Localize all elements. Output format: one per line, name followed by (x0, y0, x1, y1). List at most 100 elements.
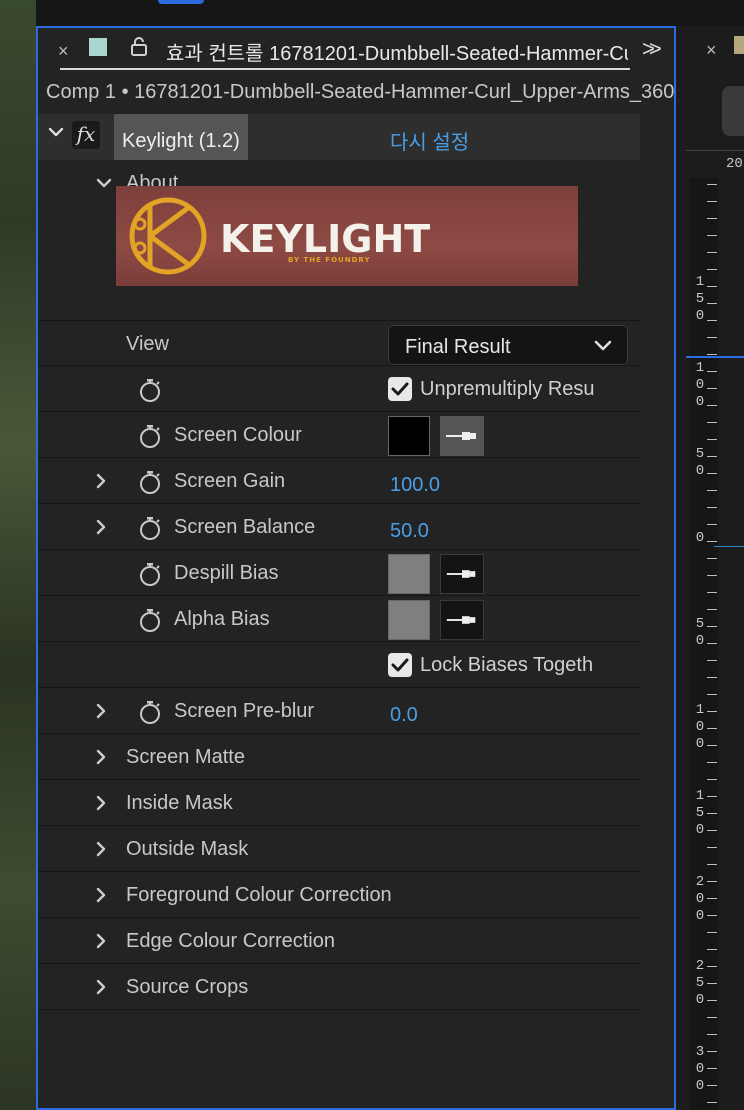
screen-gain-value[interactable]: 100.0 (390, 474, 440, 497)
keylight-logo: KEYLIGHT BY THE FOUNDRY (116, 186, 578, 286)
stopwatch-icon[interactable] (138, 562, 162, 586)
lock-biases-label: Lock Biases Togeth (420, 654, 594, 676)
chevron-down-icon (594, 340, 612, 351)
ruler-tick (707, 898, 717, 899)
ruler-tick (707, 983, 717, 984)
ruler-label: 250 (695, 958, 705, 1008)
stopwatch-icon[interactable] (138, 608, 162, 632)
ruler-tick (707, 235, 717, 236)
chevron-right-icon[interactable] (94, 841, 108, 857)
group-row[interactable]: Outside Mask (38, 826, 640, 872)
ruler-tick (707, 728, 717, 729)
group-row[interactable]: Source Crops (38, 964, 640, 1010)
ruler-tick (707, 779, 717, 780)
ruler-tick (707, 320, 717, 321)
screen-balance-row: Screen Balance 50.0 (38, 504, 640, 550)
chevron-right-icon[interactable] (94, 933, 108, 949)
view-row: View Final Result (38, 320, 640, 366)
panel-color-swatch (89, 38, 107, 56)
chevron-right-icon[interactable] (94, 749, 108, 765)
despill-bias-label: Despill Bias (174, 562, 279, 584)
screen-preblur-value[interactable]: 0.0 (390, 704, 418, 727)
reset-link[interactable]: 다시 설정 (390, 126, 469, 155)
ruler-tick (707, 1085, 717, 1086)
ruler-tick (707, 405, 717, 406)
ruler-tick (707, 1051, 717, 1052)
despill-bias-swatch[interactable] (388, 554, 430, 594)
ruler-label: 150 (695, 788, 705, 838)
eyedropper-icon[interactable] (440, 600, 484, 640)
chevron-right-icon[interactable] (94, 703, 108, 719)
ruler-tick (707, 660, 717, 661)
ruler-tick (707, 439, 717, 440)
effect-name[interactable]: Keylight (1.2) (114, 114, 248, 160)
group-row[interactable]: Foreground Colour Correction (38, 872, 640, 918)
close-icon[interactable]: × (58, 41, 69, 62)
ruler-tick (707, 575, 717, 576)
chevron-right-icon[interactable] (94, 887, 108, 903)
chevron-right-icon[interactable] (94, 795, 108, 811)
screen-balance-value[interactable]: 50.0 (390, 520, 429, 543)
viewer-button[interactable] (722, 86, 744, 136)
ruler-tick (707, 643, 717, 644)
chevron-double-right-icon[interactable]: >> (642, 36, 662, 62)
group-label: Edge Colour Correction (126, 930, 335, 952)
screen-colour-swatch[interactable] (388, 416, 430, 456)
group-label: Screen Matte (126, 746, 245, 768)
alpha-bias-label: Alpha Bias (174, 608, 270, 630)
panel-color-swatch (734, 36, 744, 54)
ruler-tick (707, 1102, 717, 1103)
close-icon[interactable]: × (706, 40, 717, 61)
stopwatch-icon[interactable] (138, 700, 162, 724)
stopwatch-icon[interactable] (138, 424, 162, 448)
stopwatch-icon[interactable] (138, 378, 162, 402)
lock-biases-checkbox[interactable] (388, 653, 412, 677)
panel-tab[interactable]: × 효과 컨트롤 16781201-Dumbbell-Seated-Hammer… (38, 28, 674, 74)
ruler-label: 100 (695, 702, 705, 752)
chevron-down-icon[interactable] (96, 175, 112, 189)
unpremultiply-row: Unpremultiply Resu (38, 366, 640, 412)
ruler-tick (707, 677, 717, 678)
ruler-label: 200 (695, 874, 705, 924)
ruler-tick (707, 354, 717, 355)
ruler-label: 150 (695, 274, 705, 324)
ruler-label: 300 (695, 1044, 705, 1094)
ruler-tick (707, 813, 717, 814)
ruler-tick (707, 830, 717, 831)
ruler-tick (707, 269, 717, 270)
alpha-bias-swatch[interactable] (388, 600, 430, 640)
stopwatch-icon[interactable] (138, 470, 162, 494)
ruler-tick (707, 337, 717, 338)
effect-header[interactable]: fx Keylight (1.2) 다시 설정 (38, 114, 640, 160)
ruler-tick (707, 184, 717, 185)
ruler-tick (707, 1017, 717, 1018)
divider (686, 150, 744, 151)
chevron-down-icon[interactable] (48, 124, 64, 138)
lock-icon[interactable] (130, 36, 148, 56)
top-toolbar (36, 0, 744, 26)
screen-gain-label: Screen Gain (174, 470, 286, 492)
ruler-tick (707, 218, 717, 219)
group-row[interactable]: Inside Mask (38, 780, 640, 826)
ruler-tick (707, 609, 717, 610)
stopwatch-icon[interactable] (138, 516, 162, 540)
ruler-tick (707, 762, 717, 763)
fx-toggle-icon[interactable]: fx (72, 121, 100, 149)
group-row[interactable]: Edge Colour Correction (38, 918, 640, 964)
unpremultiply-checkbox[interactable] (388, 377, 412, 401)
chevron-right-icon[interactable] (94, 473, 108, 489)
active-tool-indicator[interactable] (158, 0, 204, 4)
eyedropper-icon[interactable] (440, 554, 484, 594)
ruler-top-label: 20 (726, 156, 743, 172)
chevron-right-icon[interactable] (94, 979, 108, 995)
chevron-right-icon[interactable] (94, 519, 108, 535)
screen-balance-label: Screen Balance (174, 516, 316, 538)
ruler-tick (707, 1034, 717, 1035)
ruler-tick (707, 422, 717, 423)
screen-colour-row: Screen Colour (38, 412, 640, 458)
view-dropdown[interactable]: Final Result (388, 325, 628, 365)
eyedropper-icon[interactable] (440, 416, 484, 456)
view-dropdown-value: Final Result (405, 336, 511, 358)
group-row[interactable]: Screen Matte (38, 734, 640, 780)
despill-bias-row: Despill Bias (38, 550, 640, 596)
